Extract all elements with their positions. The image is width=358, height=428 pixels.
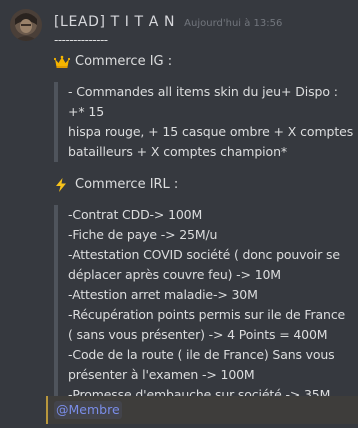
quote-line: -Attestation COVID société ( donc pouvoi… xyxy=(68,247,340,262)
section-title-text: Commerce IRL : xyxy=(75,177,179,192)
quote-line: ( sans vous présenter) -> 4 Points = 400… xyxy=(68,327,328,342)
avatar[interactable] xyxy=(10,9,42,41)
blockquote-ig: - Commandes all items skin du jeu+ Dispo… xyxy=(54,82,354,162)
message-content: -------------- Commerce IG : - Commandes… xyxy=(53,33,354,405)
quote-line: -Contrat CDD-> 100M xyxy=(68,207,203,222)
chat-message: [LEAD] T I T A N Aujourd'hui à 13:56 ---… xyxy=(0,0,358,428)
quote-line: déplacer après couvre feu) -> 10M xyxy=(68,267,281,282)
timestamp: Aujourd'hui à 13:56 xyxy=(184,18,283,29)
quote-line: -Récupération points permis sur ile de F… xyxy=(68,307,346,322)
quote-line: -Code de la route ( ile de France) Sans … xyxy=(68,347,335,362)
username[interactable]: [LEAD] T I T A N xyxy=(54,14,175,30)
quote-line: -Attestion arret maladie-> 30M xyxy=(68,287,258,302)
quote-line: hispa rouge, + 15 casque ombre + X compt… xyxy=(68,124,354,139)
section-title-irl: Commerce IRL : xyxy=(54,176,354,194)
quote-line: -Fiche de paye -> 25M/u xyxy=(68,227,218,242)
quote-line: - Commandes all items skin du jeu+ Dispo… xyxy=(68,84,338,119)
blockquote-irl: -Contrat CDD-> 100M -Fiche de paye -> 25… xyxy=(54,205,354,405)
avatar-image xyxy=(10,9,42,41)
section-title-text: Commerce IG : xyxy=(75,54,173,69)
role-mention[interactable]: @Membre xyxy=(54,401,122,419)
mention-highlight-edge xyxy=(46,396,48,424)
crown-icon xyxy=(53,55,71,69)
divider-text: -------------- xyxy=(54,33,108,47)
lightning-icon xyxy=(54,178,70,192)
quote-line: batailleurs + X comptes champion* xyxy=(68,144,288,159)
message-header: [LEAD] T I T A N Aujourd'hui à 13:56 xyxy=(54,12,282,33)
mention-highlight: @Membre xyxy=(46,396,358,424)
quote-line: présenter à l'examen -> 100M xyxy=(68,367,255,382)
section-title-ig: Commerce IG : xyxy=(53,53,354,71)
